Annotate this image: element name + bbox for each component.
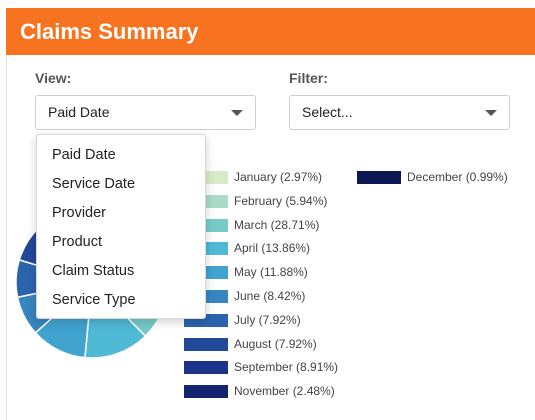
menu-item-product[interactable]: Product (52, 234, 102, 250)
legend-label: November (2.48%) (234, 384, 335, 399)
legend-label: April (13.86%) (234, 241, 311, 256)
menu-item-provider[interactable]: Provider (52, 205, 106, 221)
legend-swatch (184, 337, 228, 351)
legend-label: June (8.42%) (234, 289, 306, 303)
view-dropdown-menu: Paid Date Service Date Provider Product … (36, 134, 206, 319)
legend-label: January (2.97%) (234, 170, 323, 184)
menu-item-claim-status[interactable]: Claim Status (52, 263, 134, 279)
menu-item-service-type[interactable]: Service Type (52, 292, 136, 308)
menu-item-service-date[interactable]: Service Date (52, 176, 135, 192)
legend-label: July (7.92%) (234, 312, 301, 327)
legend-label: March (28.71%) (234, 217, 320, 232)
legend-label: May (11.88%) (234, 265, 308, 280)
legend-label: December (0.99%) (407, 170, 508, 184)
legend-swatch (184, 361, 228, 375)
legend-label: September (8.91%) (234, 360, 339, 375)
legend-swatch (184, 385, 228, 399)
legend-label: February (5.94%) (234, 193, 328, 208)
legend-label: August (7.92%) (234, 336, 317, 351)
legend-swatch (357, 171, 401, 184)
menu-item-paid-date[interactable]: Paid Date (52, 147, 116, 163)
